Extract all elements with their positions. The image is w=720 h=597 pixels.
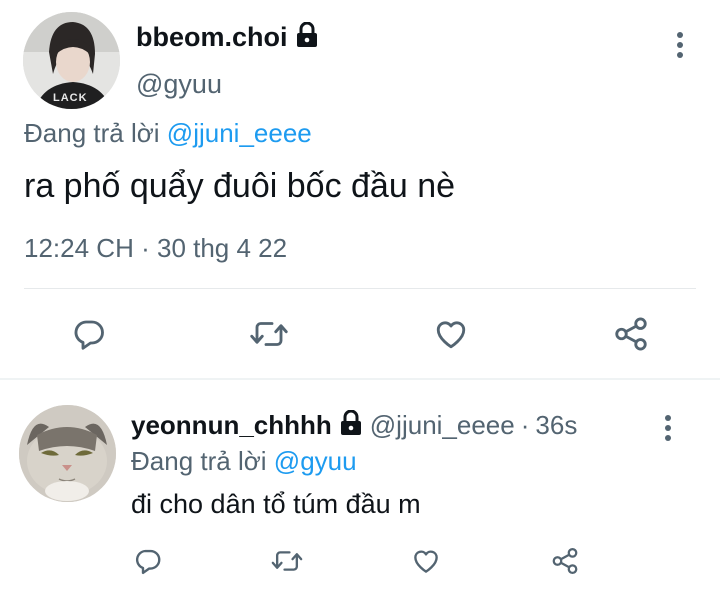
lock-icon — [340, 409, 362, 441]
replying-to-label: Đang trả lời — [24, 118, 160, 148]
like-button[interactable] — [408, 543, 444, 579]
replying-to-link[interactable]: @jjuni_eeee — [167, 118, 312, 148]
reply-icon — [136, 549, 161, 575]
replying-to-label: Đang trả lời — [131, 446, 267, 476]
timestamp-separator: · — [141, 233, 150, 263]
share-button[interactable] — [608, 314, 654, 354]
like-icon — [436, 321, 466, 349]
like-button[interactable] — [428, 314, 474, 354]
reply-button[interactable] — [66, 314, 112, 354]
like-icon — [414, 550, 438, 573]
divider — [24, 288, 696, 289]
reply-replying-to-line: Đang trả lời @gyuu — [131, 446, 357, 477]
tweet-time: 12:24 CH — [24, 233, 134, 263]
replying-to-line: Đang trả lời @jjuni_eeee — [24, 118, 312, 149]
tweet-separator — [0, 378, 720, 380]
avatar[interactable] — [19, 405, 116, 502]
retweet-icon — [271, 551, 303, 571]
user-handle[interactable]: @gyuu — [136, 69, 222, 100]
tweet-timestamp[interactable]: 12:24 CH · 30 thg 4 22 — [24, 233, 287, 264]
reply-display-name[interactable]: yeonnun_chhhh — [131, 410, 332, 441]
replying-to-link[interactable]: @gyuu — [274, 446, 357, 476]
more-vertical-icon[interactable] — [664, 415, 672, 445]
avatar-shirt-text: LACK — [53, 92, 88, 104]
reply-user-handle[interactable]: @jjuni_eeee — [370, 410, 515, 441]
reply-button[interactable] — [130, 543, 166, 579]
reply-age[interactable]: 36s — [535, 410, 577, 441]
retweet-button[interactable] — [246, 314, 292, 354]
tweet-date: 30 thg 4 22 — [156, 233, 288, 263]
display-name[interactable]: bbeom.choi — [136, 22, 288, 53]
lock-icon — [296, 21, 318, 53]
more-vertical-icon[interactable] — [676, 32, 684, 62]
reply-meta-separator: · — [520, 410, 530, 440]
tweet-text: ra phố quẩy đuôi bốc đầu nè — [24, 167, 456, 205]
reply-icon — [74, 320, 104, 350]
share-icon — [615, 317, 647, 351]
share-button[interactable] — [547, 543, 583, 579]
retweet-button[interactable] — [269, 543, 305, 579]
avatar-photo — [19, 405, 116, 502]
share-icon — [552, 548, 578, 574]
retweet-icon — [250, 322, 288, 346]
avatar[interactable]: LACK — [23, 12, 120, 109]
reply-tweet-text: đi cho dân tổ túm đầu m — [131, 489, 421, 519]
